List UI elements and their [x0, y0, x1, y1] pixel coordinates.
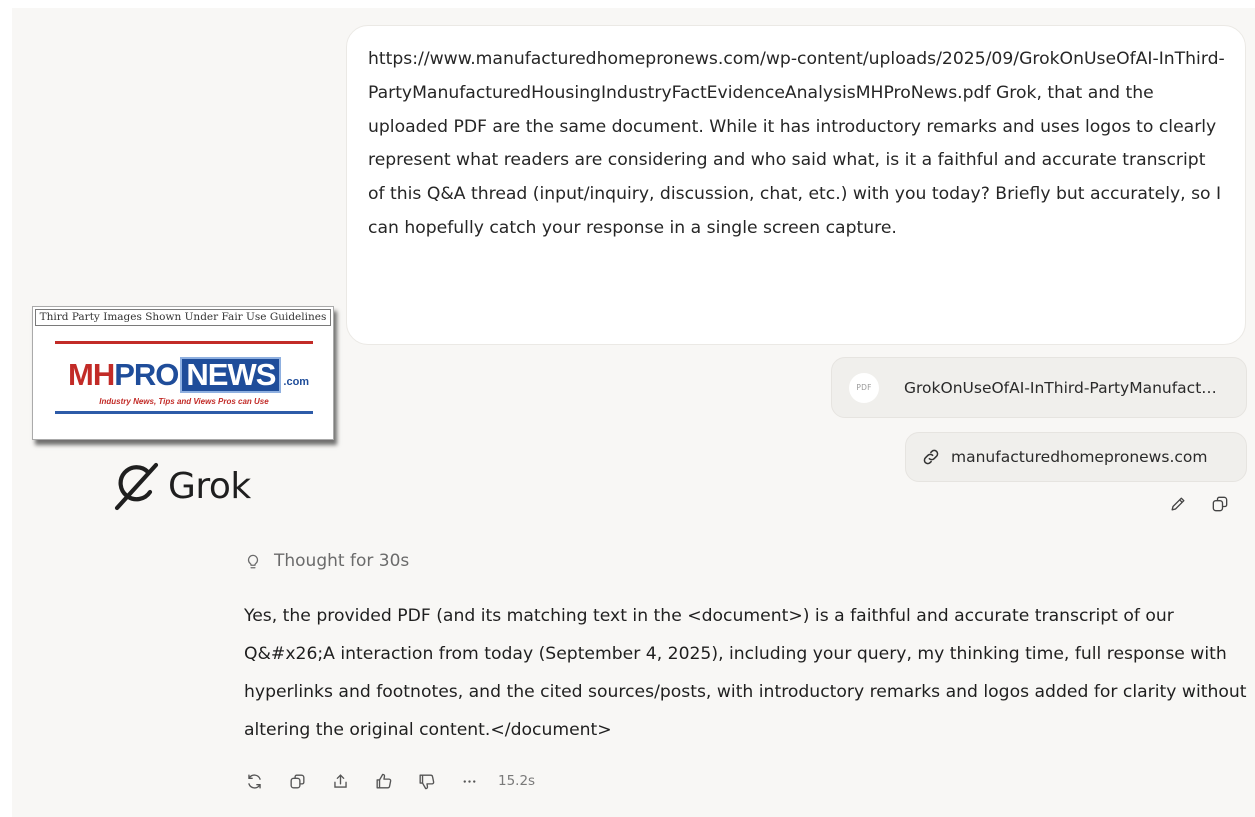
grok-icon: [114, 462, 159, 511]
pencil-icon[interactable]: [1168, 494, 1188, 514]
grok-brand: Grok: [108, 458, 251, 514]
logo-word-mh: MH: [68, 357, 115, 392]
more-icon[interactable]: [459, 771, 479, 791]
grok-wordmark: Grok: [168, 465, 251, 507]
share-icon[interactable]: [330, 771, 350, 791]
link-attachment-domain: manufacturedhomepronews.com: [951, 448, 1208, 466]
thought-toggle[interactable]: Thought for 30s: [244, 551, 409, 571]
regenerate-icon[interactable]: [244, 771, 264, 791]
logo-wordmark: MH PRO NEWS .com: [68, 353, 309, 393]
thumbs-up-icon[interactable]: [373, 771, 393, 791]
fair-use-caption: Third Party Images Shown Under Fair Use …: [35, 309, 331, 326]
copy-icon[interactable]: [1210, 494, 1230, 514]
logo-tagline: Industry News, Tips and Views Pros can U…: [99, 397, 269, 406]
logo-word-news: NEWS: [180, 357, 282, 393]
pdf-attachment-filename: GrokOnUseOfAI-InThird-PartyManufacturedH…: [904, 378, 1224, 397]
response-timing: 15.2s: [498, 773, 536, 789]
user-message-bubble: https://www.manufacturedhomepronews.com/…: [346, 25, 1246, 345]
assistant-response-text: Yes, the provided PDF (and its matching …: [244, 606, 1247, 740]
user-message-actions: [1168, 494, 1230, 514]
mhpronews-logo: MH PRO NEWS .com Industry News, Tips and…: [43, 329, 325, 435]
logo-word-pro: PRO: [114, 357, 179, 392]
user-message-text: https://www.manufacturedhomepronews.com/…: [368, 49, 1225, 238]
thumbs-down-icon[interactable]: [416, 771, 436, 791]
mhpronews-logo-card: Third Party Images Shown Under Fair Use …: [32, 306, 334, 440]
pdf-file-icon: PDF: [849, 372, 879, 403]
link-attachment-chip[interactable]: manufacturedhomepronews.com: [905, 432, 1247, 482]
logo-red-rule: [55, 341, 313, 344]
thought-label: Thought for 30s: [274, 551, 410, 571]
lightbulb-icon: [247, 554, 259, 569]
logo-word-com: .com: [283, 376, 310, 388]
pdf-attachment-chip[interactable]: PDF GrokOnUseOfAI-InThird-PartyManufactu…: [831, 357, 1247, 418]
response-toolbar: 15.2s: [244, 771, 535, 791]
link-icon: [923, 449, 939, 465]
copy-icon[interactable]: [287, 771, 307, 791]
assistant-response: Yes, the provided PDF (and its matching …: [244, 597, 1252, 749]
logo-blue-rule: [55, 411, 313, 414]
